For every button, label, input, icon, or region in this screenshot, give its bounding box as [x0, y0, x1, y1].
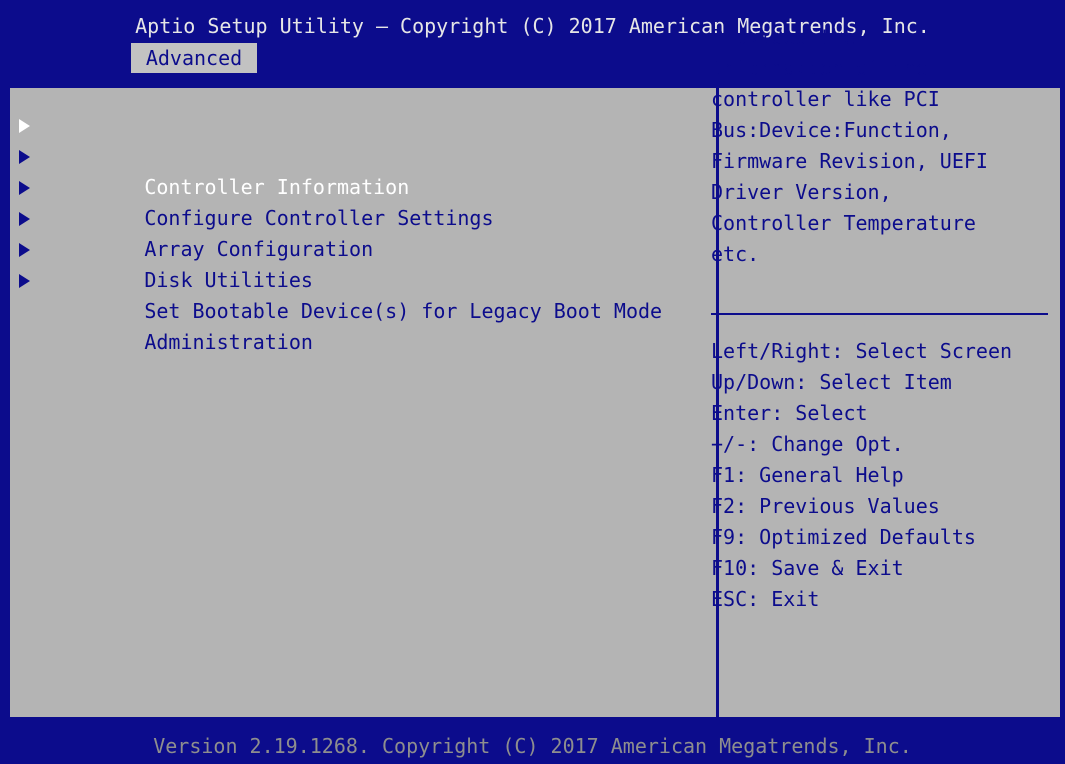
help-text-line: Firmware Revision, UEFI — [711, 149, 988, 173]
submenu-arrow-icon — [19, 274, 30, 288]
help-text-line: etc. — [711, 242, 760, 266]
version-text: Version 2.19.1268. Copyright (C) 2017 Am… — [153, 734, 912, 758]
key-legend-line: Up/Down: Select Item — [711, 370, 952, 394]
menu-item-administration[interactable]: Administration — [10, 265, 710, 354]
menu-list: Controller Information Configure Control… — [10, 110, 710, 354]
key-legend-line: ESC: Exit — [711, 587, 820, 611]
tab-advanced[interactable]: Advanced — [131, 43, 257, 73]
key-legend-line: Left/Right: Select Screen — [711, 339, 1013, 363]
submenu-arrow-icon — [19, 119, 30, 133]
key-legend-panel: Left/Right: Select Screen Up/Down: Selec… — [711, 336, 1051, 615]
help-text-line: Provides the — [711, 25, 856, 49]
help-text-line: controller like PCI — [711, 87, 940, 111]
key-legend-line: Enter: Select — [711, 401, 868, 425]
key-legend-line: F10: Save & Exit — [711, 556, 904, 580]
menu-item-controller-information[interactable]: Controller Information — [10, 110, 710, 199]
key-legend-line: F2: Previous Values — [711, 494, 940, 518]
menu-item-array-configuration[interactable]: Array Configuration — [10, 172, 710, 261]
help-keys-divider — [711, 313, 1048, 315]
bios-setup-screen: Aptio Setup Utility – Copyright (C) 2017… — [0, 0, 1065, 764]
help-text-panel: Provides the information of the controll… — [711, 22, 1051, 270]
menu-item-disk-utilities[interactable]: Disk Utilities — [10, 203, 710, 292]
footer-bar: Version 2.19.1268. Copyright (C) 2017 Am… — [0, 722, 1065, 764]
menu-item-label: Set Bootable Device(s) for Legacy Boot M… — [144, 299, 663, 323]
key-legend-line: F1: General Help — [711, 463, 904, 487]
submenu-arrow-icon — [19, 243, 30, 257]
help-text-line: Bus:Device:Function, — [711, 118, 952, 142]
key-legend-line: +/-: Change Opt. — [711, 432, 904, 456]
menu-item-label: Administration — [144, 330, 313, 354]
help-text-line: Controller Temperature — [711, 211, 976, 235]
help-text-line: Driver Version, — [711, 180, 892, 204]
submenu-arrow-icon — [19, 212, 30, 226]
help-text-line: information of the — [711, 56, 928, 80]
submenu-arrow-icon — [19, 181, 30, 195]
menu-item-set-bootable-devices[interactable]: Set Bootable Device(s) for Legacy Boot M… — [10, 234, 710, 323]
menu-item-configure-controller-settings[interactable]: Configure Controller Settings — [10, 141, 710, 230]
key-legend-line: F9: Optimized Defaults — [711, 525, 976, 549]
submenu-arrow-icon — [19, 150, 30, 164]
